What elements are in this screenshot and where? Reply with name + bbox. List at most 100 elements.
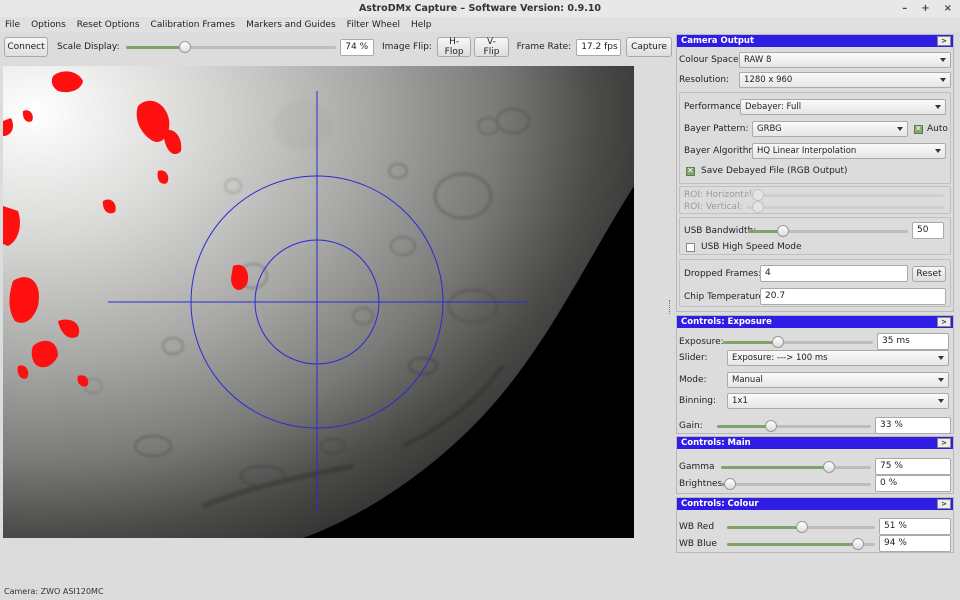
stats-group: Dropped Frames: 4 Reset Chip Temperature… [679, 259, 951, 307]
binning-select[interactable]: 1x1 [727, 393, 949, 409]
colour-space-label: Colour Space: [679, 55, 742, 65]
slider-handle[interactable] [776, 224, 789, 237]
wb-red-value[interactable]: 51 % [879, 518, 951, 535]
save-debayed-label: Save Debayed File (RGB Output) [701, 166, 848, 176]
slider-range-select[interactable]: Exposure: ---> 100 ms [727, 350, 949, 366]
binning-label: Binning: [679, 396, 717, 406]
save-debayed-checkbox[interactable] [686, 166, 695, 176]
expand-icon[interactable]: > [937, 36, 951, 46]
performance-select[interactable]: Debayer: Full [740, 99, 946, 115]
chip-temperature-value: 20.7 [760, 288, 946, 305]
gain-slider[interactable] [717, 419, 871, 432]
menu-filter-wheel[interactable]: Filter Wheel [347, 20, 400, 30]
main-controls-header[interactable]: Controls: Main > [677, 437, 953, 449]
v-flip-button[interactable]: V-Flip [474, 37, 509, 57]
gamma-slider[interactable] [721, 460, 871, 473]
gamma-label: Gamma [679, 461, 715, 472]
mode-select[interactable]: Manual [727, 372, 949, 388]
chevron-down-icon [935, 149, 941, 153]
reset-button[interactable]: Reset [912, 265, 946, 282]
bayer-pattern-select[interactable]: GRBG [752, 121, 908, 137]
slider-handle[interactable] [796, 520, 809, 533]
brightness-value[interactable]: 0 % [875, 475, 951, 492]
scale-display-value[interactable]: 74 % [340, 38, 374, 56]
slider-handle[interactable] [772, 335, 785, 348]
exposure-slider[interactable] [723, 335, 873, 348]
gain-value[interactable]: 33 % [875, 417, 951, 434]
wb-blue-value[interactable]: 94 % [879, 535, 951, 552]
bayer-algorithm-select[interactable]: HQ Linear Interpolation [752, 143, 946, 159]
performance-label: Performance: [684, 102, 745, 112]
usb-bandwidth-label: USB Bandwidth: [684, 225, 757, 236]
splitter-handle[interactable] [669, 300, 672, 314]
usb-bandwidth-slider[interactable] [748, 224, 908, 237]
bayer-algorithm-label: Bayer Algorithm: [684, 146, 761, 156]
window-title: AstroDMx Capture – Software Version: 0.9… [358, 3, 602, 14]
menu-file[interactable]: File [5, 20, 20, 30]
menu-markers-guides[interactable]: Markers and Guides [246, 20, 336, 30]
colour-controls-panel: Controls: Colour > WB Red 51 % WB Blue 9… [676, 497, 954, 553]
expand-icon[interactable]: > [937, 499, 951, 509]
maximize-icon[interactable]: + [921, 0, 929, 17]
wb-red-slider[interactable] [727, 520, 875, 533]
close-icon[interactable]: × [944, 0, 952, 17]
menu-calibration-frames[interactable]: Calibration Frames [151, 20, 236, 30]
colour-controls-header[interactable]: Controls: Colour > [677, 498, 953, 510]
exposure-label: Exposure: [679, 336, 724, 347]
wb-blue-slider[interactable] [727, 537, 875, 550]
mode-label: Mode: [679, 375, 707, 385]
menu-help[interactable]: Help [411, 20, 432, 30]
brightness-slider[interactable] [721, 477, 871, 490]
usb-group: USB Bandwidth: 50 USB High Speed Mode [679, 217, 951, 255]
minimize-icon[interactable]: – [902, 0, 907, 17]
h-flop-button[interactable]: H-Flop [436, 37, 472, 57]
chevron-down-icon [938, 399, 944, 403]
expand-icon[interactable]: > [937, 317, 951, 327]
slider-handle[interactable] [751, 189, 764, 201]
exposure-header[interactable]: Controls: Exposure > [677, 316, 953, 328]
slider-handle[interactable] [852, 537, 865, 550]
dropped-frames-value: 4 [760, 265, 908, 282]
gamma-value[interactable]: 75 % [875, 458, 951, 475]
camera-output-header[interactable]: Camera Output > [677, 35, 953, 47]
menu-options[interactable]: Options [31, 20, 66, 30]
slider-handle[interactable] [823, 460, 835, 473]
chevron-down-icon [938, 378, 944, 382]
roi-group: ROI: Horizontal: ROI: Vertical: [679, 186, 951, 214]
gain-label: Gain: [679, 420, 703, 431]
colour-space-select[interactable]: RAW 8 [739, 52, 951, 68]
slider-handle[interactable] [751, 201, 764, 213]
main-controls-panel: Controls: Main > Gamma 75 % Brightnes 0 … [676, 436, 954, 494]
roi-vertical-slider[interactable] [746, 201, 944, 213]
expand-icon[interactable]: > [937, 438, 951, 448]
scale-display-label: Scale Display: [57, 42, 120, 52]
chevron-down-icon [940, 78, 946, 82]
slider-range-label: Slider: [679, 353, 708, 363]
scale-display-slider[interactable] [125, 41, 337, 53]
chevron-down-icon [938, 356, 944, 360]
moon-image [3, 66, 634, 538]
connect-button[interactable]: Connect [4, 37, 48, 57]
capture-button[interactable]: Capture [626, 37, 672, 57]
chevron-down-icon [935, 105, 941, 109]
exposure-panel: Controls: Exposure > Exposure: 35 ms Sli… [676, 315, 954, 434]
dropped-frames-label: Dropped Frames: [684, 268, 762, 279]
slider-handle[interactable] [178, 41, 191, 53]
usb-high-speed-checkbox[interactable] [686, 242, 695, 252]
slider-handle[interactable] [724, 477, 736, 490]
roi-vertical-label: ROI: Vertical: [684, 202, 743, 212]
chip-temperature-label: Chip Temperature: [684, 291, 768, 302]
debayer-group: Performance: Debayer: Full Bayer Pattern… [679, 92, 951, 184]
toolbar: Connect Scale Display: 74 % Image Flip: … [0, 33, 672, 61]
auto-label: Auto [927, 124, 948, 134]
camera-output-panel: Camera Output > Colour Space: RAW 8 Reso… [676, 34, 954, 312]
resolution-select[interactable]: 1280 x 960 [739, 72, 951, 88]
exposure-value[interactable]: 35 ms [877, 333, 949, 350]
slider-handle[interactable] [764, 419, 777, 432]
auto-checkbox[interactable] [914, 124, 923, 134]
menu-reset-options[interactable]: Reset Options [77, 20, 140, 30]
wb-red-label: WB Red [679, 521, 715, 532]
camera-preview[interactable] [3, 66, 634, 538]
usb-bandwidth-value[interactable]: 50 [912, 222, 944, 239]
roi-horizontal-slider[interactable] [746, 189, 944, 201]
